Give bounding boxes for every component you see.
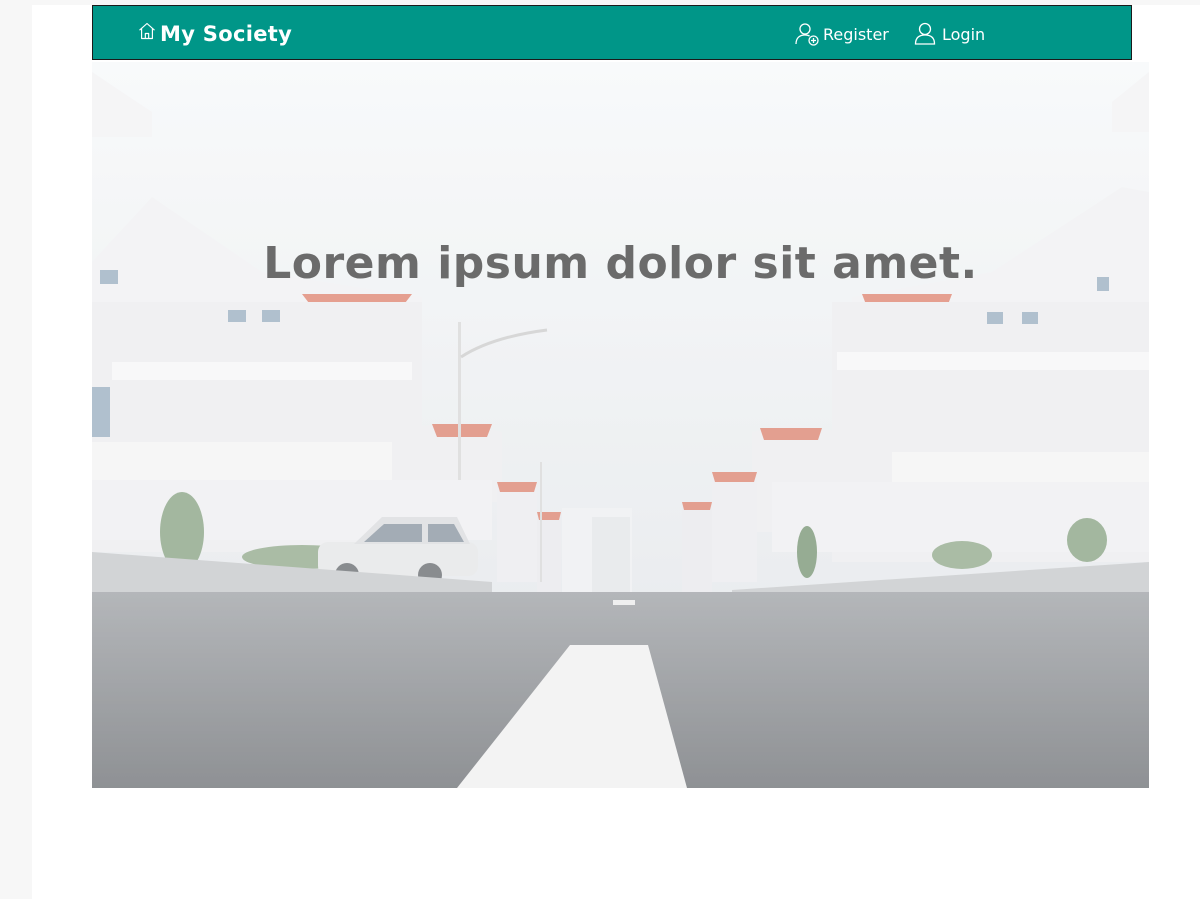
home-icon: [139, 22, 155, 40]
brand-name: My Society: [160, 22, 293, 46]
residential-street-image: [92, 62, 1149, 788]
login-label: Login: [942, 24, 986, 44]
register-label: Register: [823, 24, 889, 44]
hero-banner: Lorem ipsum dolor sit amet.: [92, 62, 1149, 788]
top-navbar: My Society Register Login: [92, 5, 1132, 60]
login-link[interactable]: Login: [913, 20, 985, 48]
register-link[interactable]: Register: [794, 20, 889, 48]
brand-link[interactable]: My Society: [137, 19, 292, 49]
hero-title: Lorem ipsum dolor sit amet.: [263, 238, 978, 289]
user-add-icon: [795, 23, 819, 46]
user-icon: [914, 22, 936, 45]
